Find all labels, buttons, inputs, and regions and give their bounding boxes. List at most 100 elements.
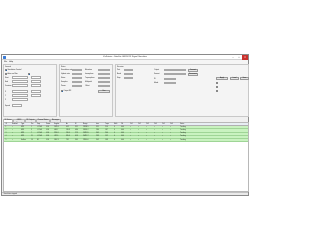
rate-right-field[interactable]: On (98, 72, 110, 76)
run-button[interactable]: Run (98, 89, 110, 93)
receiver-option-checkbox[interactable] (216, 82, 218, 84)
rate-right-field[interactable]: On (98, 76, 110, 80)
column-header[interactable]: ID (6, 124, 8, 125)
y-extra-field[interactable] (31, 94, 41, 98)
row-check-mark[interactable]: ✓ (170, 133, 171, 134)
row-check-mark[interactable]: ✓ (146, 133, 147, 134)
column-header[interactable]: Enabled (12, 124, 18, 125)
row-check-mark[interactable]: ✓ (170, 136, 171, 137)
mode-select[interactable]: Static (164, 81, 176, 85)
row-check-mark[interactable]: ✓ (138, 136, 139, 137)
row-check-mark[interactable]: ✓ (154, 140, 155, 141)
row-check-mark[interactable]: ✓ (162, 127, 163, 128)
column-header[interactable]: Iono (96, 124, 99, 125)
row-check-mark[interactable]: ✓ (154, 133, 155, 134)
row-check-mark[interactable]: ✓ (138, 130, 139, 131)
end-field[interactable]: 2016/05/23 (12, 80, 28, 84)
y-field[interactable]: 4681 (12, 94, 28, 98)
speed-field[interactable]: 1 (12, 104, 22, 108)
duration-extra-field[interactable] (31, 84, 41, 88)
receiver-option-checkbox[interactable] (216, 90, 218, 92)
port-field[interactable]: COM3 (124, 68, 133, 72)
column-header[interactable]: Power (46, 124, 50, 125)
table-cell: -130 (46, 133, 50, 135)
simulation-control-label: Simulation Control (7, 68, 22, 71)
duration-field[interactable]: 00:00:00 (12, 84, 28, 88)
row-check-mark[interactable]: ✓ (146, 130, 147, 131)
row-check-mark[interactable]: ✓ (162, 136, 163, 137)
column-header[interactable]: Status (180, 124, 184, 125)
row-check-mark[interactable]: ✓ (138, 140, 139, 141)
row-check-mark[interactable]: ✓ (130, 130, 131, 131)
column-header[interactable]: Type (21, 124, 24, 125)
row-check-mark[interactable]: ✓ (170, 127, 171, 128)
column-header[interactable]: Ch6 (170, 124, 173, 125)
row-check-mark[interactable]: ✓ (12, 127, 13, 128)
x-extra-field[interactable] (31, 90, 41, 94)
row-check-mark[interactable]: ✓ (12, 133, 13, 134)
connect-button[interactable]: Connect (188, 68, 198, 72)
row-check-mark[interactable]: ✓ (130, 127, 131, 128)
rate-field[interactable]: 100 (72, 68, 82, 72)
option-checkbox[interactable] (28, 72, 31, 75)
row-check-mark[interactable]: ✓ (130, 140, 131, 141)
column-header[interactable]: Clk (121, 124, 123, 125)
x-field[interactable]: -2356 (12, 90, 28, 94)
column-header[interactable]: El (75, 124, 76, 125)
row-check-mark[interactable]: ✓ (170, 130, 171, 131)
column-header[interactable]: Range (83, 124, 87, 125)
row-check-mark[interactable]: ✓ (146, 136, 147, 137)
menu-help[interactable]: Help (9, 61, 13, 63)
column-header[interactable]: Multi (114, 124, 117, 125)
load-button[interactable]: Load (230, 76, 239, 80)
row-check-mark[interactable]: ✓ (138, 127, 139, 128)
row-check-mark[interactable]: ✓ (146, 127, 147, 128)
id-field[interactable] (164, 77, 176, 81)
row-check-mark[interactable]: ✓ (154, 130, 155, 131)
row-check-mark[interactable]: ✓ (130, 133, 131, 134)
row-check-mark[interactable]: ✓ (162, 140, 163, 141)
column-header[interactable]: Ch3 (146, 124, 149, 125)
save-button[interactable]: Save (240, 76, 249, 80)
rate-right-field[interactable]: Off (98, 80, 110, 84)
rate-field[interactable]: 10 (72, 72, 82, 76)
z-field[interactable]: 3652 (12, 98, 28, 102)
row-check-mark[interactable]: ✓ (162, 130, 163, 131)
end-time-field[interactable] (31, 80, 41, 84)
row-check-mark[interactable]: ✓ (146, 140, 147, 141)
row-check-mark[interactable]: ✓ (170, 140, 171, 141)
column-header[interactable]: Ch1 (130, 124, 133, 125)
row-check-mark[interactable]: ✓ (138, 133, 139, 134)
row-check-mark[interactable]: ✓ (154, 136, 155, 137)
apply-button[interactable]: Apply (216, 76, 228, 80)
rate-field[interactable]: 4 (72, 80, 82, 84)
start-time-field[interactable] (31, 76, 41, 80)
row-check-mark[interactable]: ✓ (12, 136, 13, 137)
row-check-mark[interactable]: ✓ (12, 140, 13, 141)
output-select[interactable]: L1 GPS C/A (164, 68, 186, 72)
baud-field[interactable]: 9600 (124, 72, 133, 76)
menu-file[interactable]: File (4, 61, 7, 63)
column-header[interactable]: Ch4 (154, 124, 157, 125)
disconnect-button[interactable]: Disconnect (188, 72, 198, 76)
rate-right-field[interactable]: 0 (98, 84, 110, 88)
column-header[interactable]: Ch2 (138, 124, 141, 125)
column-header[interactable]: Prn (31, 124, 33, 125)
column-header[interactable]: Ch5 (162, 124, 165, 125)
column-header[interactable]: Az (66, 124, 68, 125)
row-check-mark[interactable]: ✓ (162, 133, 163, 134)
format-select[interactable]: NMEA (164, 72, 186, 76)
rate-field[interactable]: 0 (72, 76, 82, 80)
table-row[interactable]: 5 ✓ Galileo 14 E1 -130 1567.4 78.1 39.5 23516.0 3.… (4, 139, 248, 143)
row-check-mark[interactable]: ✓ (130, 136, 131, 137)
rate-right-field[interactable]: 5 (98, 68, 110, 72)
row-check-mark[interactable]: ✓ (12, 130, 13, 131)
rate-field[interactable]: -130 (72, 84, 82, 88)
receiver-option-checkbox[interactable] (216, 86, 218, 88)
column-header[interactable]: Tropo (105, 124, 109, 125)
start-field[interactable]: 2016/05/22 (12, 76, 28, 80)
column-header[interactable]: Freq (37, 124, 40, 125)
column-header[interactable]: Doppler (54, 124, 59, 125)
row-check-mark[interactable]: ✓ (154, 127, 155, 128)
stop-field[interactable] (124, 76, 133, 80)
